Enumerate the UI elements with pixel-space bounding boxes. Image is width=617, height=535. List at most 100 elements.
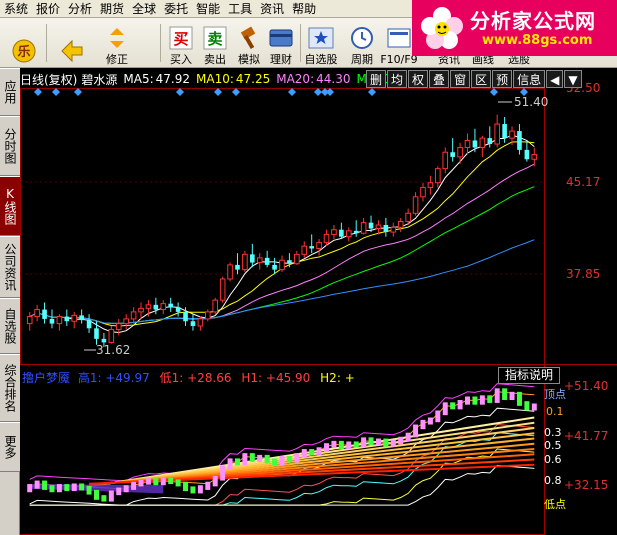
tab-intraday[interactable]: 分时图: [0, 116, 20, 176]
candle[interactable]: [375, 220, 382, 235]
menu-item-help[interactable]: 帮助: [288, 0, 320, 18]
candle[interactable]: [427, 175, 434, 195]
menu-item-tools[interactable]: 工具: [224, 0, 256, 18]
candle[interactable]: [301, 241, 308, 258]
candle[interactable]: [331, 225, 337, 240]
delete-tool[interactable]: 删: [366, 70, 387, 88]
forecast-tool[interactable]: 预: [492, 70, 513, 88]
candle[interactable]: [204, 309, 211, 322]
candle[interactable]: [71, 311, 78, 329]
kline-chart[interactable]: 52.50 45.17 37.85 51.40 31.62 +51.40 +41…: [20, 68, 617, 535]
candle[interactable]: [94, 321, 99, 345]
candle[interactable]: [242, 250, 248, 272]
overlay-tool[interactable]: 叠: [429, 70, 450, 88]
menu-item-analysis[interactable]: 分析: [64, 0, 96, 18]
event-marker-icon[interactable]: [176, 88, 184, 96]
tab-more[interactable]: 更多: [0, 422, 20, 472]
candle[interactable]: [49, 309, 55, 329]
candle[interactable]: [250, 243, 255, 268]
candle[interactable]: [190, 314, 196, 331]
period-button[interactable]: 周期: [344, 20, 380, 66]
candle[interactable]: [316, 239, 322, 256]
candle[interactable]: [235, 253, 240, 275]
event-marker-icon[interactable]: [74, 88, 82, 96]
candle[interactable]: [412, 192, 419, 216]
candle[interactable]: [130, 307, 137, 324]
candle[interactable]: [450, 138, 455, 162]
candle[interactable]: [360, 217, 367, 235]
prev-icon[interactable]: ◀: [546, 70, 564, 88]
candle[interactable]: [26, 311, 33, 331]
event-marker-icon[interactable]: [368, 88, 376, 96]
simulate-button[interactable]: 模拟: [234, 20, 264, 66]
candle[interactable]: [517, 124, 522, 155]
candle[interactable]: [294, 250, 300, 265]
average-tool[interactable]: 均: [387, 70, 408, 88]
menu-item-trade[interactable]: 委托: [160, 0, 192, 18]
sell-button[interactable]: 卖 卖出: [200, 20, 230, 66]
candle[interactable]: [56, 314, 63, 331]
candle[interactable]: [264, 250, 270, 268]
event-marker-icon[interactable]: [326, 88, 334, 96]
candle[interactable]: [309, 234, 314, 254]
candle[interactable]: [383, 217, 389, 237]
watchlist-button[interactable]: 自选股: [302, 20, 340, 66]
candle[interactable]: [115, 318, 122, 336]
candle[interactable]: [123, 314, 129, 330]
candle[interactable]: [464, 133, 471, 155]
rights-tool[interactable]: 权: [408, 70, 429, 88]
menu-item-quote[interactable]: 报价: [32, 0, 64, 18]
menu-item-smart[interactable]: 智能: [192, 0, 224, 18]
buy-button[interactable]: 买 买入: [166, 20, 196, 66]
event-marker-icon[interactable]: [490, 88, 498, 96]
candle[interactable]: [345, 227, 352, 242]
candle[interactable]: [42, 302, 47, 324]
tab-apps[interactable]: 应用: [0, 68, 20, 116]
tab-watchlist[interactable]: 自选股: [0, 298, 20, 354]
back-button[interactable]: [54, 20, 90, 66]
event-marker-icon[interactable]: [52, 88, 60, 96]
candle[interactable]: [219, 276, 226, 303]
dropdown-icon[interactable]: ▼: [564, 70, 582, 88]
candle[interactable]: [212, 297, 219, 315]
candle[interactable]: [227, 262, 233, 282]
le-button[interactable]: 乐: [8, 20, 40, 66]
candle[interactable]: [339, 222, 344, 240]
candle[interactable]: [390, 222, 397, 237]
candle[interactable]: [160, 300, 167, 315]
event-marker-icon[interactable]: [34, 88, 42, 96]
candle[interactable]: [397, 217, 404, 233]
candle[interactable]: [494, 114, 500, 148]
menu-item-system[interactable]: 系统: [0, 0, 32, 18]
info-tool[interactable]: 信息: [513, 70, 546, 88]
candle[interactable]: [175, 302, 181, 317]
window-tool[interactable]: 窗: [450, 70, 471, 88]
tab-company-info[interactable]: 公司资讯: [0, 236, 20, 298]
candle[interactable]: [34, 304, 40, 322]
tab-kline[interactable]: K线图: [0, 176, 20, 236]
event-marker-icon[interactable]: [232, 88, 240, 96]
period-label[interactable]: 日线(复权): [20, 71, 77, 88]
menu-item-global[interactable]: 全球: [128, 0, 160, 18]
menu-item-news[interactable]: 资讯: [256, 0, 288, 18]
menu-item-futures[interactable]: 期货: [96, 0, 128, 18]
candle[interactable]: [279, 255, 285, 272]
tab-ranking[interactable]: 综合排名: [0, 354, 20, 422]
candle[interactable]: [531, 147, 538, 167]
candle[interactable]: [256, 253, 263, 270]
finance-button[interactable]: 理财: [266, 20, 296, 66]
event-marker-icon[interactable]: [288, 88, 296, 96]
candle[interactable]: [79, 309, 84, 324]
candle[interactable]: [168, 297, 173, 312]
candle[interactable]: [64, 309, 70, 326]
indicator-help-button[interactable]: 指标说明: [498, 367, 560, 384]
candle[interactable]: [138, 302, 144, 319]
candle[interactable]: [524, 140, 530, 162]
candle[interactable]: [420, 182, 426, 202]
candle[interactable]: [479, 135, 486, 157]
correct-button[interactable]: 修正: [100, 20, 134, 66]
event-marker-icon[interactable]: [314, 88, 322, 96]
range-tool[interactable]: 区: [471, 70, 492, 88]
candle[interactable]: [435, 166, 441, 188]
event-marker-icon[interactable]: [214, 88, 222, 96]
